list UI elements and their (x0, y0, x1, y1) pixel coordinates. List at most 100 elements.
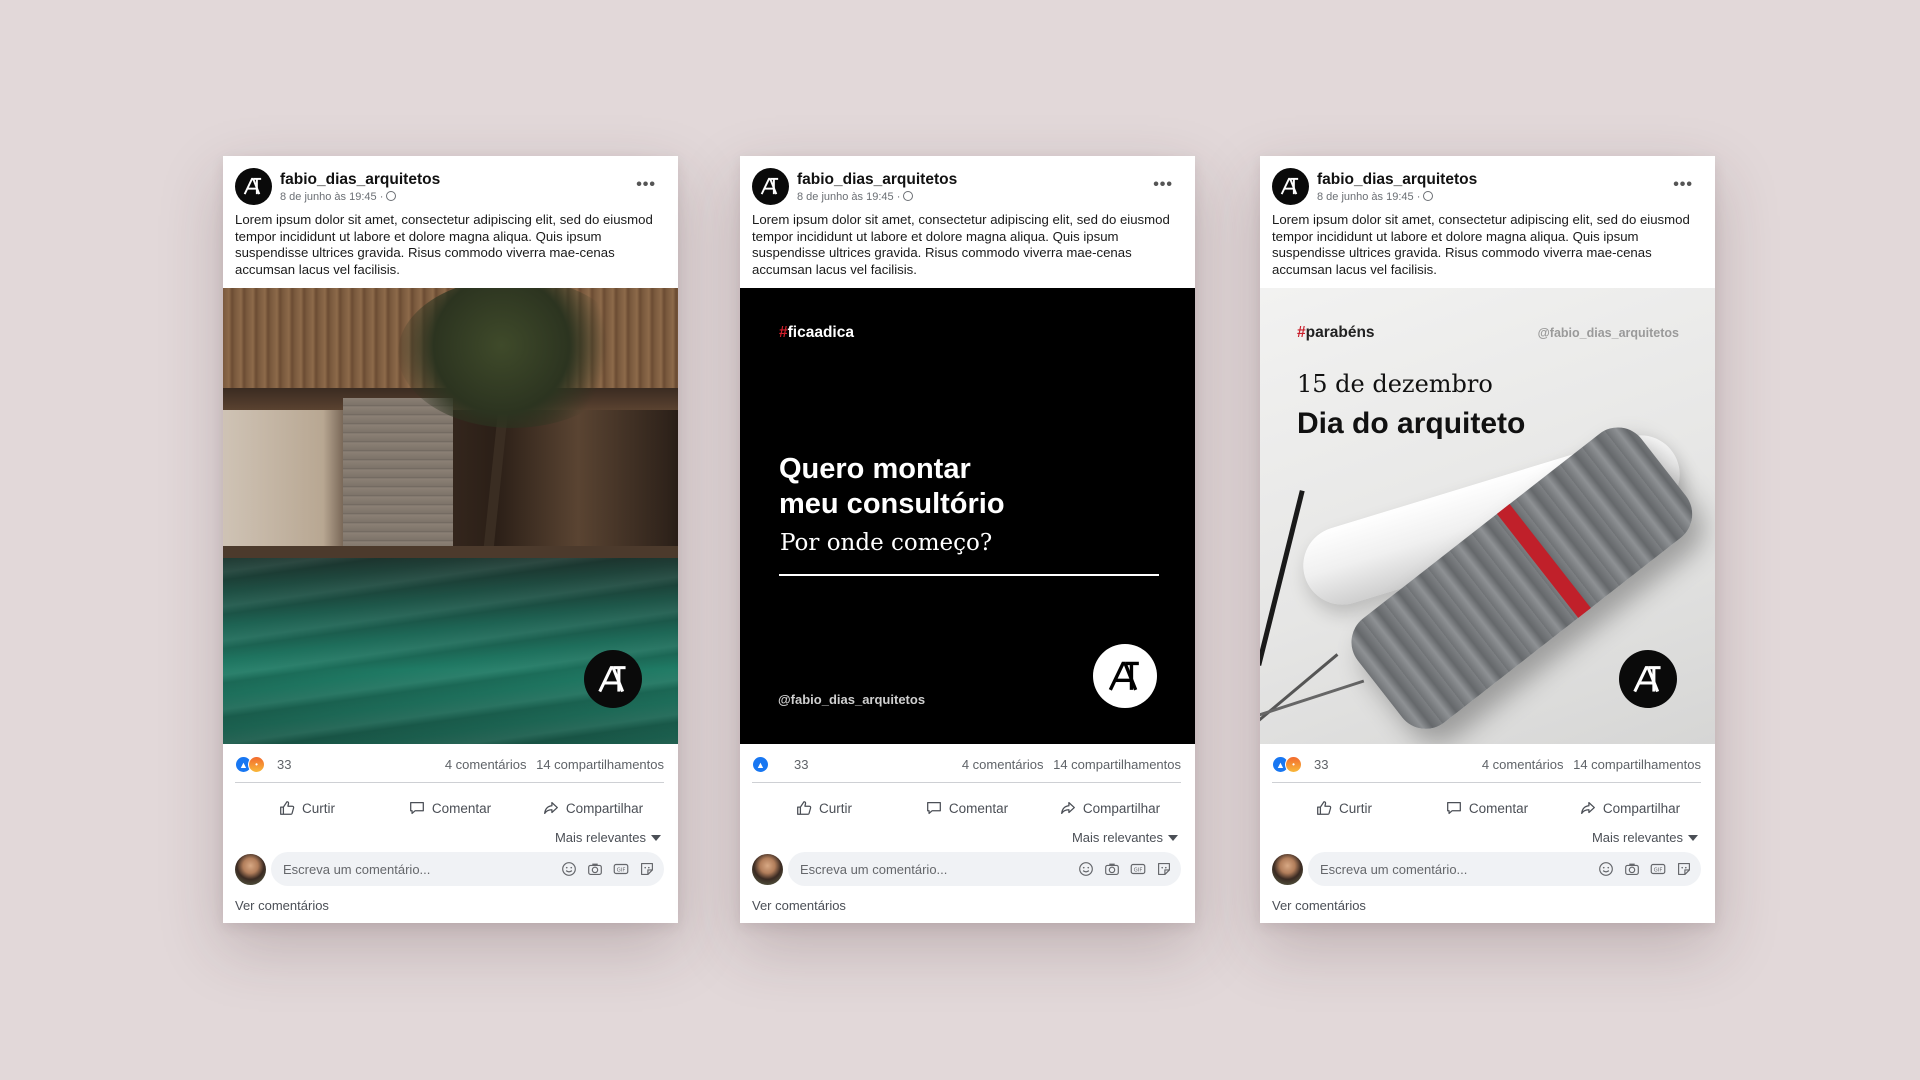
post-stats: ▲ 33 4 comentários 14 compartilhamentos (752, 754, 1181, 778)
post-stats: ▲ • 33 4 comentários 14 compartilhamento… (1272, 754, 1701, 778)
action-bar: Curtir Comentar Compartilhar (1272, 790, 1701, 826)
author-name[interactable]: fabio_dias_arquitetos (280, 171, 440, 189)
share-count[interactable]: 14 compartilhamentos (1573, 757, 1701, 772)
angry-reaction-icon: • (248, 756, 265, 773)
thumbs-up-icon (797, 801, 812, 815)
share-button[interactable]: Compartilhar (1558, 790, 1701, 826)
avatar[interactable] (235, 854, 266, 885)
hashtag: #parabéns (1297, 324, 1375, 341)
post-timestamp: 8 de junho às 19:45 · (280, 191, 397, 203)
svg-text:GIF: GIF (617, 867, 626, 873)
view-comments-link[interactable]: Ver comentários (235, 898, 329, 913)
share-button[interactable]: Compartilhar (521, 790, 664, 826)
comment-button[interactable]: Comentar (1415, 790, 1558, 826)
post-header: fabio_dias_arquitetos 8 de junho às 19:4… (1272, 164, 1703, 206)
globe-icon (903, 191, 914, 201)
action-bar: Curtir Comentar Compartilhar (235, 790, 664, 826)
post-card-2: fabio_dias_arquitetos 8 de junho às 19:4… (740, 156, 1195, 923)
comment-button[interactable]: Comentar (378, 790, 521, 826)
headline: Quero montar meu consultório (779, 453, 1005, 520)
post-stats: ▲ • 33 4 comentários 14 compartilhamento… (235, 754, 664, 778)
like-reaction-icon: ▲ (752, 756, 769, 773)
avatar[interactable] (1272, 854, 1303, 885)
media-title: Dia do arquiteto (1297, 407, 1526, 440)
share-count[interactable]: 14 compartilhamentos (1053, 757, 1181, 772)
sticker-icon[interactable] (1675, 860, 1693, 878)
brand-logo-icon[interactable] (235, 168, 272, 205)
post-card-3: fabio_dias_arquitetos 8 de junho às 19:4… (1260, 156, 1715, 923)
reaction-count[interactable]: 33 (794, 757, 808, 772)
emoji-icon[interactable] (1077, 860, 1095, 878)
post-header: fabio_dias_arquitetos 8 de junho às 19:4… (235, 164, 666, 206)
sort-dropdown[interactable]: Mais relevantes (1072, 830, 1178, 845)
post-image-dia-do-arquiteto[interactable]: #parabéns @fabio_dias_arquitetos 15 de d… (1260, 288, 1715, 744)
caret-down-icon (1168, 835, 1178, 841)
media-handle: @fabio_dias_arquitetos (1537, 326, 1679, 340)
gif-icon[interactable]: GIF (1649, 860, 1667, 878)
post-caption: Lorem ipsum dolor sit amet, consectetur … (752, 212, 1170, 277)
divider (235, 782, 664, 783)
sticker-icon[interactable] (1155, 860, 1173, 878)
hashtag: #ficaadica (779, 324, 854, 341)
svg-text:GIF: GIF (1654, 867, 1663, 873)
angry-reaction-icon: • (1285, 756, 1302, 773)
reaction-count[interactable]: 33 (277, 757, 291, 772)
svg-text:GIF: GIF (1134, 867, 1143, 873)
sort-dropdown[interactable]: Mais relevantes (555, 830, 661, 845)
reaction-count[interactable]: 33 (1314, 757, 1328, 772)
emoji-icon[interactable] (560, 860, 578, 878)
gif-icon[interactable]: GIF (612, 860, 630, 878)
thumbs-up-icon (280, 801, 295, 815)
more-dots-icon[interactable]: ••• (1673, 176, 1693, 194)
share-arrow-icon (1060, 801, 1075, 815)
author-name[interactable]: fabio_dias_arquitetos (1317, 171, 1477, 189)
brand-logo-icon (584, 650, 642, 708)
post-card-1: fabio_dias_arquitetos 8 de junho às 19:4… (223, 156, 678, 923)
divider (779, 574, 1159, 576)
comment-button[interactable]: Comentar (895, 790, 1038, 826)
post-caption: Lorem ipsum dolor sit amet, consectetur … (1272, 212, 1690, 277)
emoji-icon[interactable] (1597, 860, 1615, 878)
post-header: fabio_dias_arquitetos 8 de junho às 19:4… (752, 164, 1183, 206)
post-timestamp: 8 de junho às 19:45 · (797, 191, 914, 203)
sticker-icon[interactable] (638, 860, 656, 878)
comment-bubble-icon (926, 801, 941, 815)
gif-icon[interactable]: GIF (1129, 860, 1147, 878)
comment-bubble-icon (1446, 801, 1461, 815)
post-caption: Lorem ipsum dolor sit amet, consectetur … (235, 212, 653, 277)
brand-logo-icon[interactable] (752, 168, 789, 205)
caret-down-icon (1688, 835, 1698, 841)
media-handle: @fabio_dias_arquitetos (778, 692, 926, 707)
camera-icon[interactable] (1623, 860, 1641, 878)
author-name[interactable]: fabio_dias_arquitetos (797, 171, 957, 189)
view-comments-link[interactable]: Ver comentários (752, 898, 846, 913)
camera-icon[interactable] (586, 860, 604, 878)
divider (1272, 782, 1701, 783)
brand-logo-icon[interactable] (1272, 168, 1309, 205)
share-count[interactable]: 14 compartilhamentos (536, 757, 664, 772)
action-bar: Curtir Comentar Compartilhar (752, 790, 1181, 826)
divider (752, 782, 1181, 783)
thumbs-up-icon (1317, 801, 1332, 815)
like-button[interactable]: Curtir (1272, 790, 1415, 826)
share-button[interactable]: Compartilhar (1038, 790, 1181, 826)
post-image-consultorio[interactable]: #ficaadica Quero montar meu consultório P… (740, 288, 1195, 744)
like-button[interactable]: Curtir (235, 790, 378, 826)
more-dots-icon[interactable]: ••• (1153, 176, 1173, 194)
comment-bubble-icon (409, 801, 424, 815)
comment-count[interactable]: 4 comentários (962, 757, 1044, 772)
share-arrow-icon (543, 801, 558, 815)
view-comments-link[interactable]: Ver comentários (1272, 898, 1366, 913)
camera-icon[interactable] (1103, 860, 1121, 878)
like-button[interactable]: Curtir (752, 790, 895, 826)
sort-dropdown[interactable]: Mais relevantes (1592, 830, 1698, 845)
post-image-house-pool[interactable] (223, 288, 678, 744)
comment-count[interactable]: 4 comentários (445, 757, 527, 772)
comment-composer: GIF (1272, 852, 1701, 886)
caret-down-icon (651, 835, 661, 841)
more-dots-icon[interactable]: ••• (636, 176, 656, 194)
share-arrow-icon (1580, 801, 1595, 815)
avatar[interactable] (752, 854, 783, 885)
comment-count[interactable]: 4 comentários (1482, 757, 1564, 772)
post-timestamp: 8 de junho às 19:45 · (1317, 191, 1434, 203)
